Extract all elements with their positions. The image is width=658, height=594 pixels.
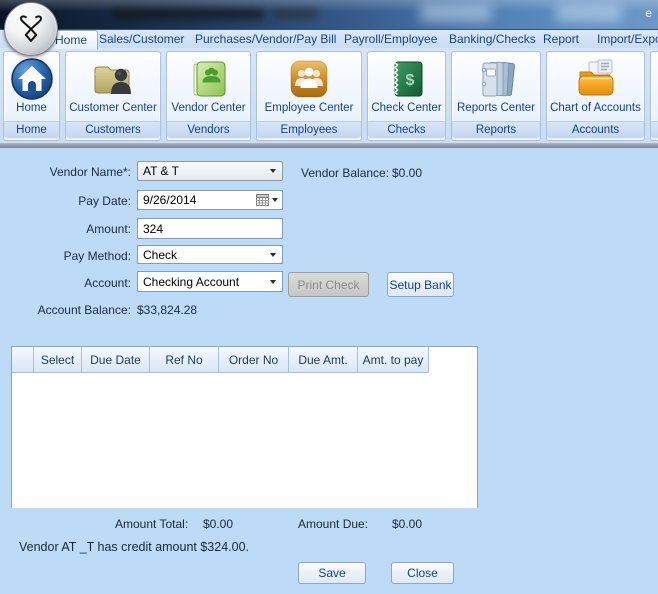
grid-header-filler bbox=[429, 347, 477, 373]
calendar-icon bbox=[256, 194, 269, 206]
vendor-balance-label: Vendor Balance: bbox=[301, 166, 390, 180]
ribbon-group-caption: Checks bbox=[368, 121, 445, 138]
pay-bill-form: Vendor Name*: AT & T Vendor Balance: $0.… bbox=[0, 148, 658, 594]
ribbon-group-caption: Vendors bbox=[167, 121, 250, 138]
chevron-down-icon bbox=[270, 169, 276, 173]
ribbon-group-partial[interactable] bbox=[650, 51, 658, 141]
ribbon-tab-strip: Home Sales/Customer Purchases/Vendor/Pay… bbox=[0, 30, 658, 49]
pay-method-label: Pay Method: bbox=[63, 249, 131, 263]
close-button[interactable]: Close bbox=[391, 562, 454, 584]
amount-due-label: Amount Due: bbox=[298, 517, 369, 531]
grid-header-rowselector[interactable] bbox=[12, 347, 34, 373]
tab-sales-customer[interactable]: Sales/Customer bbox=[99, 31, 184, 48]
grid-header-select[interactable]: Select bbox=[34, 347, 82, 373]
ribbon-group-caption: Accounts bbox=[547, 121, 644, 138]
ribbon-button-label: Employee Center bbox=[264, 102, 354, 114]
ribbon-button-employee-center[interactable]: Employee Center Employees bbox=[256, 51, 362, 141]
title-text-fragment: e bbox=[645, 6, 652, 20]
pay-method-value: Check bbox=[143, 247, 178, 262]
account-value: Checking Account bbox=[143, 274, 240, 289]
ribbon-button-home[interactable]: Home Home bbox=[3, 51, 60, 141]
account-balance-label: Account Balance: bbox=[37, 303, 131, 317]
vendor-name-value: AT & T bbox=[143, 164, 180, 178]
amount-total-label: Amount Total: bbox=[115, 517, 189, 531]
blurred-title-text bbox=[556, 5, 622, 21]
date-picker-button[interactable] bbox=[256, 194, 278, 206]
ribbon-button-label: Check Center bbox=[371, 102, 442, 114]
vendor-book-icon bbox=[167, 52, 250, 102]
vendor-balance-value: $0.00 bbox=[392, 166, 423, 180]
checkbook-icon: $ bbox=[368, 52, 445, 102]
amount-due-value: $0.00 bbox=[392, 517, 423, 531]
app-logo-icon bbox=[19, 15, 43, 42]
chevron-down-icon bbox=[270, 279, 276, 284]
tab-report[interactable]: Report bbox=[543, 31, 579, 48]
ribbon-group-caption: Home bbox=[4, 121, 59, 138]
accounts-folder-icon bbox=[547, 52, 644, 102]
ribbon-group-caption: Reports bbox=[452, 121, 540, 138]
grid-header-amt-to-pay[interactable]: Amt. to pay bbox=[358, 347, 429, 373]
tab-banking-checks[interactable]: Banking/Checks bbox=[449, 31, 536, 48]
ribbon-group-caption bbox=[651, 121, 658, 138]
ribbon-button-label: Customer Center bbox=[69, 102, 157, 114]
ribbon-button-label bbox=[651, 102, 658, 119]
grid-header-order-no[interactable]: Order No bbox=[219, 347, 289, 373]
bills-grid: Select Due Date Ref No Order No Due Amt.… bbox=[11, 346, 478, 508]
pay-date-field[interactable]: 9/26/2014 bbox=[137, 190, 283, 210]
clipped-icon bbox=[651, 52, 658, 102]
pay-method-dropdown[interactable]: Check bbox=[137, 245, 283, 264]
bills-grid-body[interactable] bbox=[12, 373, 477, 508]
ribbon-group-caption: Employees bbox=[257, 121, 361, 138]
employee-people-icon bbox=[257, 52, 361, 102]
bills-grid-header: Select Due Date Ref No Order No Due Amt.… bbox=[12, 347, 477, 373]
ribbon-button-customer-center[interactable]: Customer Center Customers bbox=[65, 51, 161, 141]
ribbon-groups: Home Home Customer Center Customers Vend… bbox=[3, 51, 658, 141]
title-bar: e bbox=[0, 0, 658, 30]
home-icon bbox=[4, 52, 59, 102]
grid-header-due-amt[interactable]: Due Amt. bbox=[289, 347, 358, 373]
blurred-title-text bbox=[112, 7, 264, 20]
ribbon-button-label: Reports Center bbox=[457, 102, 535, 114]
ribbon-button-label: Home bbox=[16, 102, 47, 114]
vendor-name-label: Vendor Name*: bbox=[49, 165, 131, 179]
ribbon-button-reports-center[interactable]: Reports Center Reports bbox=[451, 51, 541, 141]
app-window: e Home Sales/Customer Purchases/Vendor/P… bbox=[0, 0, 658, 594]
reports-books-icon bbox=[452, 52, 540, 102]
blurred-title-text bbox=[420, 5, 492, 21]
print-check-button[interactable]: Print Check bbox=[288, 272, 369, 297]
svg-text:$: $ bbox=[405, 72, 414, 89]
account-dropdown[interactable]: Checking Account bbox=[137, 271, 283, 292]
ribbon: Home Home Customer Center Customers Vend… bbox=[0, 48, 658, 143]
app-menu-orb[interactable] bbox=[4, 2, 58, 56]
customer-folder-icon bbox=[66, 52, 160, 102]
account-label: Account: bbox=[84, 276, 131, 290]
ribbon-button-chart-of-accounts[interactable]: Chart of Accounts Accounts bbox=[546, 51, 645, 141]
tab-purchases-vendor-pay-bill[interactable]: Purchases/Vendor/Pay Bill bbox=[195, 31, 336, 48]
tab-import-export[interactable]: Import/Expo bbox=[597, 31, 658, 48]
blurred-title-text bbox=[272, 7, 318, 19]
setup-bank-button[interactable]: Setup Bank bbox=[387, 272, 454, 297]
ribbon-button-label: Vendor Center bbox=[171, 102, 246, 114]
ribbon-button-vendor-center[interactable]: Vendor Center Vendors bbox=[166, 51, 251, 141]
amount-label: Amount: bbox=[86, 222, 131, 236]
grid-header-ref-no[interactable]: Ref No bbox=[150, 347, 219, 373]
ribbon-group-caption: Customers bbox=[66, 121, 160, 138]
chevron-down-icon bbox=[270, 252, 276, 257]
vendor-credit-note: Vendor AT _T has credit amount $324.00. bbox=[19, 540, 250, 554]
save-button[interactable]: Save bbox=[298, 562, 366, 584]
ribbon-button-check-center[interactable]: $ Check Center Checks bbox=[367, 51, 446, 141]
pay-date-value: 9/26/2014 bbox=[143, 193, 197, 207]
amount-total-value: $0.00 bbox=[203, 517, 234, 531]
grid-header-due-date[interactable]: Due Date bbox=[82, 347, 150, 373]
pay-date-label: Pay Date: bbox=[78, 194, 131, 208]
amount-input[interactable] bbox=[138, 219, 282, 238]
chevron-down-icon bbox=[272, 198, 278, 202]
amount-field-wrap bbox=[137, 218, 283, 239]
ribbon-button-label: Chart of Accounts bbox=[550, 102, 641, 114]
vendor-name-dropdown[interactable]: AT & T bbox=[137, 161, 283, 181]
account-balance-value: $33,824.28 bbox=[137, 303, 198, 317]
tab-payroll-employee[interactable]: Payroll/Employee bbox=[344, 31, 437, 48]
